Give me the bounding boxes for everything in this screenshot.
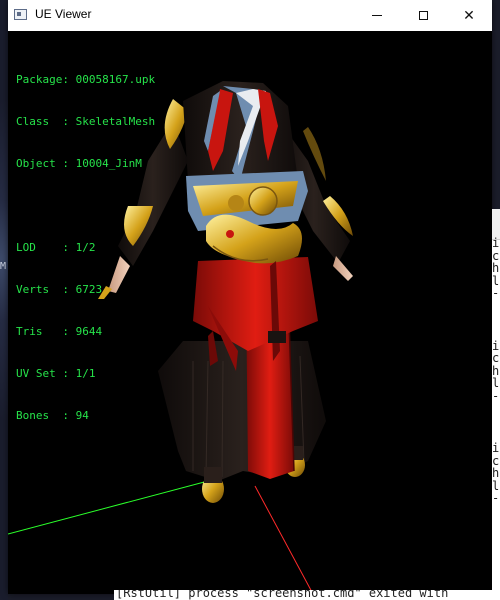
maximize-button[interactable] <box>400 0 446 31</box>
3d-viewport[interactable]: Package: 00058167.upk Class : SkeletalMe… <box>8 31 492 594</box>
maximize-icon <box>418 11 428 20</box>
axis-x-line <box>254 485 314 594</box>
minimize-icon <box>372 15 382 16</box>
minimize-button[interactable] <box>354 0 400 31</box>
ue-viewer-window: UE Viewer ✕ Package: 00058167.upk Class … <box>8 0 492 594</box>
console-line: - <box>492 388 500 403</box>
right-hand <box>333 256 353 281</box>
window-title: UE Viewer <box>35 7 92 21</box>
info-bones: Bones : 94 <box>16 409 89 422</box>
console-line: i <box>492 441 500 455</box>
console-lines: i c h l - i c h l - i c h l - <box>492 237 499 505</box>
info-tris: Tris : 9644 <box>16 325 103 338</box>
console-line: h <box>492 466 500 480</box>
mesh-info-panel: Package: 00058167.upk Class : SkeletalMe… <box>16 45 155 451</box>
console-line: - <box>492 491 500 505</box>
console-bottom-strip: [RstUtil] process "screenshot.cmd" exite… <box>114 590 500 600</box>
info-package: Package: 00058167.upk <box>16 73 156 86</box>
close-icon: ✕ <box>463 7 475 24</box>
close-button[interactable]: ✕ <box>446 0 492 31</box>
console-status-line: [RstUtil] process "screenshot.cmd" exite… <box>116 590 449 600</box>
axis-y-line <box>8 480 209 535</box>
title-bar[interactable]: UE Viewer ✕ <box>8 0 492 32</box>
console-line: c <box>492 351 500 365</box>
console-line: l <box>492 376 500 390</box>
info-lod: LOD : 1/2 <box>16 241 96 254</box>
console-line: - <box>492 286 500 300</box>
info-uvset: UV Set : 1/1 <box>16 367 96 380</box>
console-line: i <box>492 236 500 250</box>
info-object: Object : 10004_JinM <box>16 157 142 170</box>
info-verts: Verts : 6723 <box>16 283 103 296</box>
app-icon <box>14 9 27 20</box>
desktop-text-fragment: M <box>0 262 7 272</box>
info-class: Class : SkeletalMesh <box>16 115 156 128</box>
console-window: i c h l - i c h l - i c h l - <box>492 209 500 600</box>
console-line: h <box>492 261 500 275</box>
desktop-background: M <box>0 0 8 600</box>
